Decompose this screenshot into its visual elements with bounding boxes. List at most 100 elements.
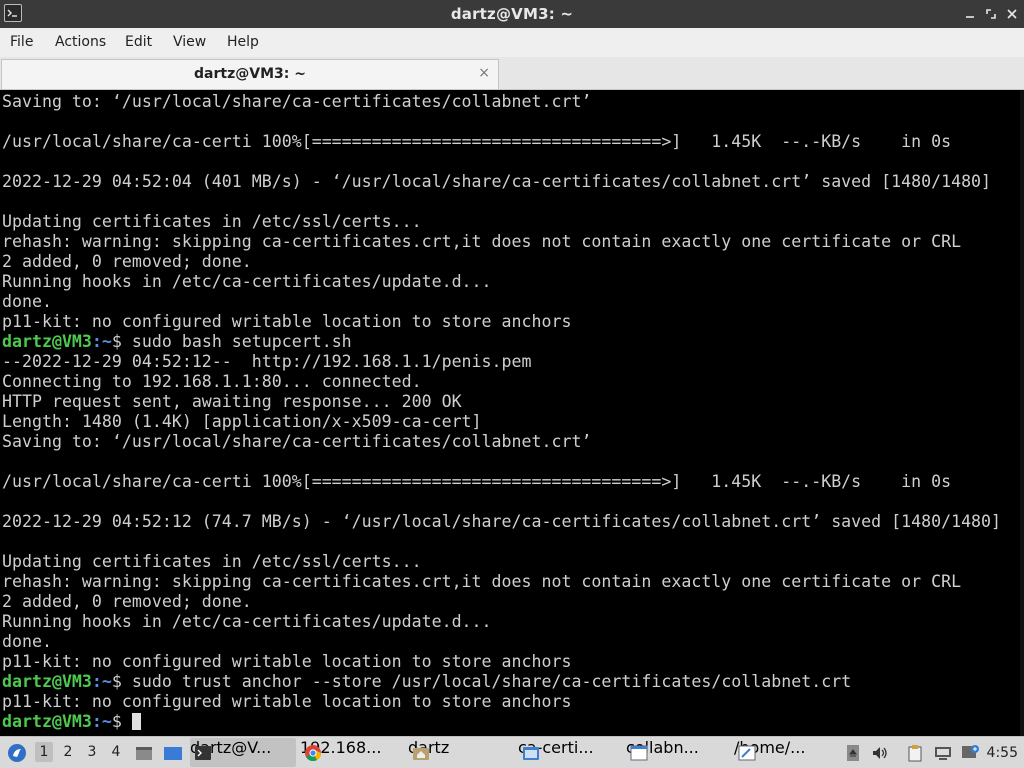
terminal-scrollbar[interactable] [1020, 90, 1024, 736]
terminal-output[interactable]: Saving to: ‘/usr/local/share/ca-certific… [0, 90, 1024, 736]
clock[interactable]: 4:55 [987, 745, 1018, 761]
terminal-line-text: Connecting to 192.168.1.1:80... connecte… [2, 372, 422, 391]
update-notifier-icon[interactable] [960, 737, 980, 768]
terminal-line: p11-kit: no configured writable location… [2, 692, 1001, 712]
terminal-line: done. [2, 632, 1001, 652]
terminal-line: p11-kit: no configured writable location… [2, 312, 1001, 332]
menu-edit[interactable]: Edit [125, 34, 152, 50]
terminal-prompt-line: dartz@VM3:~$ [2, 712, 1001, 732]
terminal-line-text: Updating certificates in /etc/ssl/certs.… [2, 552, 422, 571]
terminal-line: p11-kit: no configured writable location… [2, 652, 1001, 672]
prompt-user: dartz@VM3 [2, 672, 92, 691]
terminal-line-text: HTTP request sent, awaiting response... … [2, 392, 462, 411]
network-icon[interactable] [933, 737, 953, 768]
terminal-line-text: Length: 1480 (1.4K) [application/x-x509-… [2, 412, 482, 431]
folder-home-icon [413, 748, 429, 760]
terminal-line: Length: 1480 (1.4K) [application/x-x509-… [2, 412, 1001, 432]
start-menu-button[interactable] [6, 737, 28, 768]
eject-icon[interactable] [846, 737, 860, 768]
minimize-icon[interactable] [961, 5, 979, 23]
terminal-line: Connecting to 192.168.1.1:80... connecte… [2, 372, 1001, 392]
prompt-path: :~ [91, 332, 112, 351]
terminal-text: Saving to: ‘/usr/local/share/ca-certific… [2, 92, 1001, 732]
terminal-line-text: rehash: warning: skipping ca-certificate… [2, 232, 962, 251]
prompt-path: :~ [91, 672, 112, 691]
prompt-user: dartz@VM3 [2, 712, 92, 731]
volume-icon[interactable] [871, 737, 889, 768]
workspace-1[interactable]: 1 [35, 742, 53, 762]
workspace-3[interactable]: 3 [83, 744, 101, 760]
terminal-prompt-line: dartz@VM3:~$ sudo trust anchor --store /… [2, 672, 1001, 692]
task-ca-folder[interactable]: ca-certi... [518, 738, 622, 767]
tab-close-icon[interactable]: × [478, 65, 490, 81]
menu-view[interactable]: View [173, 34, 206, 50]
terminal-line: Updating certificates in /etc/ssl/certs.… [2, 552, 1001, 572]
prompt-user: dartz@VM3 [2, 332, 92, 351]
terminal-line-text: sudo bash setupcert.sh [131, 332, 352, 351]
terminal-line-text: rehash: warning: skipping ca-certificate… [2, 572, 962, 591]
terminal-icon [195, 746, 211, 760]
terminal-line: 2022-12-29 04:52:04 (401 MB/s) - ‘/usr/l… [2, 172, 1001, 192]
terminal-line-text: Saving to: ‘/usr/local/share/ca-certific… [2, 92, 592, 111]
terminal-line-text: 2 added, 0 removed; done. [2, 252, 252, 271]
workspace-2[interactable]: 2 [59, 744, 77, 760]
chrome-icon [305, 745, 322, 762]
maximize-icon[interactable] [982, 5, 1000, 23]
terminal-line: --2022-12-29 04:52:12-- http://192.168.1… [2, 352, 1001, 372]
prompt-symbol: $ [111, 712, 132, 731]
task-home-folder[interactable]: dartz [408, 738, 512, 767]
task-terminal[interactable]: dartz@V... [190, 738, 296, 767]
terminal-line: rehash: warning: skipping ca-certificate… [2, 232, 1001, 252]
menu-help[interactable]: Help [227, 34, 259, 50]
window-switch-button[interactable] [162, 737, 184, 768]
menu-file[interactable]: File [10, 34, 33, 50]
terminal-line: /usr/local/share/ca-certi 100%[=========… [2, 472, 1001, 492]
terminal-line-text: done. [2, 632, 52, 651]
terminal-line: /usr/local/share/ca-certi 100%[=========… [2, 132, 1001, 152]
task-collabnet-editor[interactable]: collabn... [626, 738, 730, 767]
prompt-symbol: $ [111, 672, 132, 691]
terminal-line: 2 added, 0 removed; done. [2, 252, 1001, 272]
terminal-line-text: 2 added, 0 removed; done. [2, 592, 252, 611]
terminal-line: Running hooks in /etc/ca-certificates/up… [2, 612, 1001, 632]
close-icon[interactable] [1003, 5, 1021, 23]
terminal-line-text: 2022-12-29 04:52:12 (74.7 MB/s) - ‘/usr/… [2, 512, 1002, 531]
terminal-line-text: Running hooks in /etc/ca-certificates/up… [2, 272, 492, 291]
terminal-line-text: /usr/local/share/ca-certi 100%[=========… [2, 132, 952, 151]
folder-icon [523, 747, 539, 760]
tab-terminal[interactable]: dartz@VM3: ~ × [1, 59, 499, 89]
terminal-line: 2 added, 0 removed; done. [2, 592, 1001, 612]
terminal-line: Saving to: ‘/usr/local/share/ca-certific… [2, 92, 1001, 112]
terminal-cursor [131, 713, 141, 730]
terminal-line: Running hooks in /etc/ca-certificates/up… [2, 272, 1001, 292]
terminal-prompt-line: dartz@VM3:~$ sudo bash setupcert.sh [2, 332, 1001, 352]
terminal-line-text: --2022-12-29 04:52:12-- http://192.168.1… [2, 352, 532, 371]
task-browser[interactable]: 192.168... [300, 738, 404, 767]
title-bar: dartz@VM3: ~ [0, 0, 1024, 28]
show-desktop-button[interactable] [134, 737, 154, 768]
terminal-line: 2022-12-29 04:52:12 (74.7 MB/s) - ‘/usr/… [2, 512, 1001, 532]
prompt-path: :~ [91, 712, 112, 731]
terminal-line: done. [2, 292, 1001, 312]
terminal-line-text: Updating certificates in /etc/ssl/certs.… [2, 212, 422, 231]
menu-actions[interactable]: Actions [55, 34, 106, 50]
text-editor-icon [738, 745, 756, 761]
terminal-line-text: 2022-12-29 04:52:04 (401 MB/s) - ‘/usr/l… [2, 172, 992, 191]
taskbar: 1 2 3 4 dartz@V... 192.168... dartz ca-c… [0, 736, 1024, 768]
menu-bar: File Actions Edit View Help [0, 28, 1024, 57]
prompt-symbol: $ [111, 332, 132, 351]
terminal-line-text: /usr/local/share/ca-certi 100%[=========… [2, 472, 952, 491]
terminal-line-text: p11-kit: no configured writable location… [2, 652, 572, 671]
clipboard-icon[interactable] [906, 737, 924, 768]
tab-bar: dartz@VM3: ~ × [0, 57, 1024, 90]
window-title: dartz@VM3: ~ [450, 5, 574, 23]
task-home-editor[interactable]: /home/... [734, 738, 838, 767]
terminal-line-text: p11-kit: no configured writable location… [2, 692, 572, 711]
text-editor-icon [630, 745, 648, 761]
terminal-line: Updating certificates in /etc/ssl/certs.… [2, 212, 1001, 232]
workspace-4[interactable]: 4 [107, 744, 125, 760]
